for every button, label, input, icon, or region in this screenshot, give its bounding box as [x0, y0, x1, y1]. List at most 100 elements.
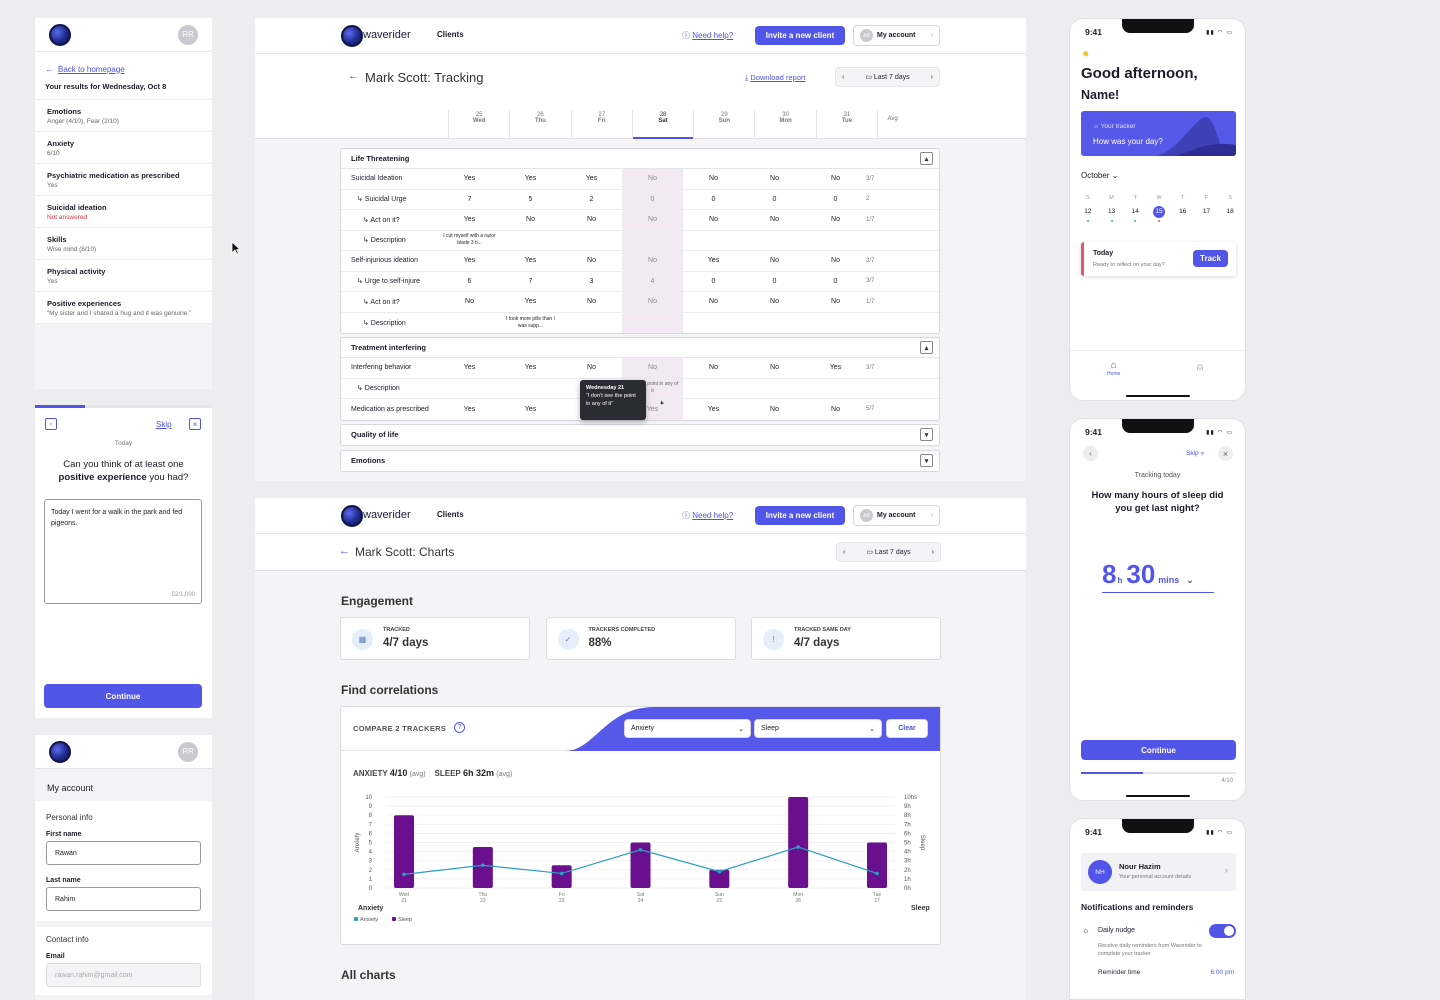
waverider-logo[interactable]	[341, 505, 363, 527]
brand-name[interactable]: waverider	[363, 509, 411, 521]
tracker-cell[interactable]: I cut myself with a razor blade 3 ti...	[439, 233, 500, 247]
back-icon[interactable]: ‹	[45, 418, 57, 430]
calendar-day[interactable]: F 17	[1195, 195, 1219, 229]
tracker-cell[interactable]: Yes	[439, 175, 500, 182]
reminder-time-value[interactable]: 6:00 pm	[1211, 969, 1235, 976]
tracker-cell[interactable]: No	[744, 298, 805, 305]
calendar-day[interactable]: W 15	[1147, 195, 1171, 229]
back-icon[interactable]: ‹	[1083, 446, 1098, 461]
sleep-bar[interactable]	[867, 842, 887, 889]
close-icon[interactable]: ×	[1218, 446, 1233, 461]
tracker-cell[interactable]	[622, 312, 683, 333]
sleep-bar[interactable]	[551, 865, 572, 888]
waverider-logo[interactable]	[49, 740, 71, 763]
anxiety-point[interactable]	[717, 869, 722, 874]
month-selector[interactable]: October ⌄	[1081, 171, 1118, 180]
help-link[interactable]: ⓘ Need help?	[682, 30, 733, 41]
tracker-cell[interactable]: Yes	[439, 216, 500, 223]
tracker-cell[interactable]: No	[805, 257, 866, 264]
anxiety-point[interactable]	[638, 847, 643, 852]
tracker-cell[interactable]: Yes	[439, 406, 500, 413]
anxiety-point[interactable]	[559, 871, 564, 876]
tracker-select-2[interactable]: Sleep ⌄	[754, 719, 882, 738]
day-header[interactable]: 27 Fri	[570, 110, 632, 139]
tracker-cell[interactable]: I took more pills than I was supp...	[500, 316, 561, 330]
sleep-bar[interactable]	[394, 815, 414, 888]
avatar[interactable]: RR	[178, 24, 198, 45]
calendar-day[interactable]: T 14	[1123, 195, 1147, 229]
waverider-logo[interactable]	[341, 25, 363, 47]
tracker-cell[interactable]: Yes	[500, 406, 561, 413]
my-account-menu[interactable]: AB My account ›	[853, 505, 940, 526]
tracker-cell[interactable]: 7	[500, 278, 561, 285]
tracker-cell[interactable]: No	[805, 298, 866, 305]
avatar[interactable]: RR	[178, 741, 198, 762]
tracker-cell[interactable]: 4	[622, 271, 683, 291]
close-icon[interactable]: ×	[189, 418, 201, 430]
tracker-cell[interactable]: No	[744, 175, 805, 182]
tracker-cell[interactable]: No	[805, 406, 866, 413]
calendar-day[interactable]: M 13	[1100, 195, 1124, 229]
sleep-bar[interactable]	[788, 797, 809, 888]
chevron-right-icon[interactable]: ›	[932, 549, 934, 556]
tab-home[interactable]: ⌂ Home	[1107, 360, 1120, 377]
tracker-cell[interactable]: Yes	[500, 298, 561, 305]
tracker-cell[interactable]: No	[500, 216, 561, 223]
day-header[interactable]: 28 Sat	[631, 110, 694, 139]
tracker-cell[interactable]: 0	[683, 196, 744, 203]
day-header[interactable]: 31 Tue	[815, 110, 877, 139]
anxiety-point[interactable]	[875, 871, 879, 876]
tracker-cell[interactable]: Yes	[500, 364, 561, 371]
download-report-link[interactable]: ⤓ Download report	[745, 73, 805, 83]
day-header[interactable]: 25 Wed	[448, 110, 509, 139]
tracker-cell[interactable]: No	[744, 257, 805, 264]
collapse-icon[interactable]: ▴	[920, 152, 933, 165]
anxiety-point[interactable]	[481, 863, 485, 868]
tracker-cell[interactable]: No	[561, 298, 622, 305]
chevron-left-icon[interactable]: ‹	[842, 74, 844, 81]
calendar-day[interactable]: S 18	[1218, 195, 1242, 229]
brand-name[interactable]: waverider	[363, 29, 411, 41]
profile-icon[interactable]: ⍝	[1197, 362, 1203, 373]
tracker-cell[interactable]: No	[683, 175, 744, 182]
tracker-cell[interactable]: Yes	[439, 364, 500, 371]
clear-button[interactable]: Clear	[886, 719, 928, 738]
tracker-cell[interactable]: No	[683, 298, 744, 305]
back-to-homepage-link[interactable]: Back to homepage	[58, 65, 125, 74]
first-name-field[interactable]: Rawan	[46, 841, 201, 865]
tracker-cell[interactable]: No	[561, 216, 622, 223]
anxiety-point[interactable]	[402, 872, 406, 877]
chevron-right-icon[interactable]: ›	[931, 74, 933, 81]
sleep-duration-picker[interactable]: 8 h 30 mins ⌄	[1102, 559, 1214, 593]
skip-link[interactable]: Skip »	[1186, 450, 1204, 457]
tracker-cell[interactable]: No	[622, 358, 683, 378]
arrow-left-icon[interactable]: ←	[339, 545, 350, 557]
tracker-card[interactable]: ☼ Your tracker How was your day?	[1081, 111, 1236, 156]
calendar-day[interactable]: S 12	[1076, 195, 1100, 229]
tracker-cell[interactable]: No	[683, 216, 744, 223]
tracker-cell[interactable]: Yes	[683, 406, 744, 413]
tracker-cell[interactable]: No	[622, 292, 683, 312]
date-range-picker[interactable]: ‹ ▭ Last 7 days ›	[835, 67, 940, 87]
tracker-select-1[interactable]: Anxiety ⌄	[624, 719, 751, 738]
tracker-cell[interactable]: 5	[500, 196, 561, 203]
chevron-left-icon[interactable]: ‹	[843, 549, 845, 556]
experience-textarea[interactable]: Today I went for a walk in the park and …	[44, 499, 202, 604]
tracker-cell[interactable]: No	[561, 257, 622, 264]
arrow-left-icon[interactable]: ←	[348, 70, 359, 82]
tracker-cell[interactable]: 0	[805, 196, 866, 203]
tracker-cell[interactable]: 0	[805, 278, 866, 285]
anxiety-point[interactable]	[796, 845, 800, 849]
tracker-cell[interactable]: No	[805, 216, 866, 223]
waverider-logo[interactable]	[49, 23, 71, 46]
tracker-cell[interactable]: 7	[439, 196, 500, 203]
help-link[interactable]: ⓘ Need help?	[682, 510, 733, 521]
tracker-cell[interactable]: Yes	[561, 175, 622, 182]
section-header[interactable]: Quality of life ▾	[341, 425, 939, 445]
email-field[interactable]: rawan.rahim@gmail.com	[46, 963, 201, 987]
expand-icon[interactable]: ▾	[920, 428, 933, 441]
tracker-cell[interactable]: No	[439, 298, 500, 305]
tracker-cell[interactable]: 0	[744, 278, 805, 285]
tracker-cell[interactable]: No	[561, 364, 622, 371]
day-header[interactable]: 26 Thu	[509, 110, 570, 139]
